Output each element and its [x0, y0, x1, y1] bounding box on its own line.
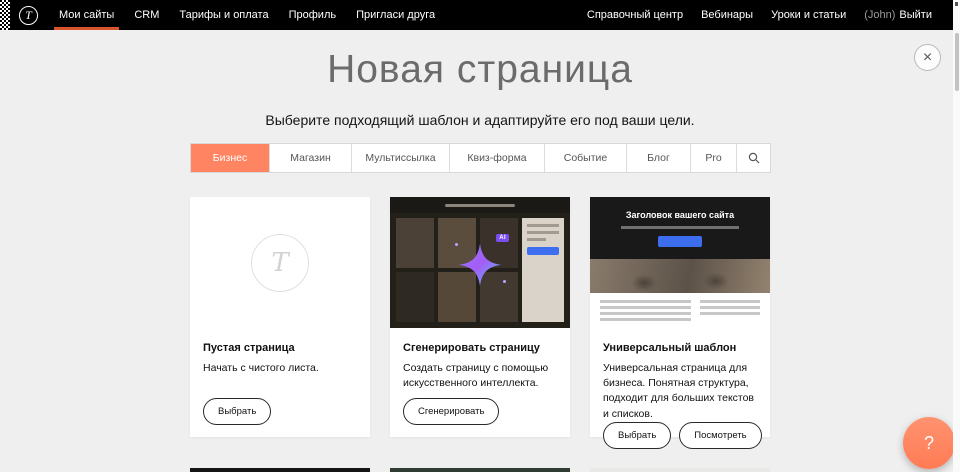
preview-text-section [590, 293, 770, 328]
template-category-tabs: Бизнес Магазин Мультиссылка Квиз-форма С… [190, 143, 771, 173]
card-description: Универсальная страница для бизнеса. Поня… [603, 361, 757, 422]
edge-decor-pattern [0, 0, 10, 30]
placeholder-line [700, 300, 760, 303]
close-button[interactable]: × [914, 44, 941, 71]
tab-shop[interactable]: Магазин [269, 144, 351, 172]
topbar-nav-right: Справочный центр Вебинары Уроки и статьи… [578, 0, 953, 30]
preview-headline: Заголовок вашего сайта [626, 210, 734, 220]
next-row-partial [190, 468, 770, 472]
preview-site-header [390, 197, 570, 213]
nav-help-center[interactable]: Справочный центр [578, 0, 692, 30]
card-actions: Выбрать Посмотреть [603, 422, 757, 449]
tab-quiz-form[interactable]: Квиз-форма [449, 144, 544, 172]
nav-webinars[interactable]: Вебинары [692, 0, 762, 30]
view-button[interactable]: Посмотреть [679, 422, 761, 449]
tilda-watermark-icon: T [271, 248, 288, 278]
ai-badge: AI [496, 234, 509, 242]
placeholder-line [700, 312, 760, 315]
card-actions: Выбрать [203, 398, 357, 425]
nav-my-sites[interactable]: Мои сайты [49, 0, 124, 30]
page-title: Новая страница [0, 48, 960, 92]
nav-invite-friend[interactable]: Пригласи друга [346, 0, 445, 30]
placeholder-button [527, 247, 559, 255]
tilda-logo[interactable]: T [19, 6, 38, 25]
nav-crm[interactable]: CRM [124, 0, 169, 30]
template-preview-blank[interactable]: T [190, 197, 370, 328]
tilda-watermark-circle: T [251, 234, 309, 292]
placeholder-text-column [700, 300, 760, 328]
close-icon: × [923, 50, 932, 66]
select-button[interactable]: Выбрать [603, 422, 671, 449]
photo-thumb [396, 272, 434, 322]
placeholder-line [527, 224, 559, 227]
preview-hero: Заголовок вашего сайта [590, 197, 770, 259]
card-info: Универсальный шаблон Универсальная стран… [590, 328, 770, 461]
select-button[interactable]: Выбрать [203, 398, 271, 425]
tab-blog[interactable]: Блог [626, 144, 690, 172]
placeholder-line [700, 306, 760, 309]
tab-search[interactable] [736, 144, 770, 172]
placeholder-line [600, 306, 691, 309]
topbar: T Мои сайты CRM Тарифы и оплата Профиль … [0, 0, 953, 30]
placeholder-line [600, 300, 691, 303]
logout-label: Выйти [899, 9, 932, 21]
user-name: (John) [864, 9, 895, 21]
nav-logout[interactable]: (John) Выйти [855, 0, 941, 30]
topbar-nav-left: Мои сайты CRM Тарифы и оплата Профиль Пр… [49, 0, 445, 30]
card-ai-generate[interactable]: AI Сгенерировать страницу Создать страни… [390, 197, 570, 437]
card-universal-template[interactable]: Заголовок вашего сайта Ун [590, 197, 770, 437]
card-description: Создать страницу с помощью искусственног… [403, 361, 557, 391]
template-preview-ai[interactable]: AI [390, 197, 570, 328]
nav-profile[interactable]: Профиль [279, 0, 347, 30]
nav-lessons-articles[interactable]: Уроки и статьи [762, 0, 855, 30]
question-icon: ? [924, 433, 934, 454]
template-card-partial[interactable] [390, 468, 570, 472]
template-preview-universal[interactable]: Заголовок вашего сайта [590, 197, 770, 328]
placeholder-text-column [600, 300, 691, 328]
preview-office-photo [590, 259, 770, 293]
tab-multilink[interactable]: Мультиссылка [351, 144, 449, 172]
card-info: Сгенерировать страницу Создать страницу … [390, 328, 570, 437]
generate-button[interactable]: Сгенерировать [403, 398, 499, 425]
page-subtitle: Выберите подходящий шаблон и адаптируйте… [0, 112, 960, 128]
scrollbar-thumb[interactable] [955, 33, 959, 91]
preview-cta-button [658, 236, 702, 247]
photo-thumb [396, 218, 434, 268]
tab-event[interactable]: Событие [544, 144, 626, 172]
preview-side-panel [522, 218, 564, 322]
card-title: Пустая страница [203, 342, 357, 354]
scrollbar-track[interactable] [953, 0, 960, 472]
template-cards-grid: T Пустая страница Начать с чистого листа… [190, 197, 770, 437]
card-blank-page[interactable]: T Пустая страница Начать с чистого листа… [190, 197, 370, 437]
tab-pro[interactable]: Pro [690, 144, 736, 172]
placeholder-line [621, 226, 739, 229]
sparkle-dot [455, 243, 458, 246]
placeholder-line [527, 238, 546, 241]
card-description: Начать с чистого листа. [203, 361, 357, 376]
card-title: Сгенерировать страницу [403, 342, 557, 354]
scroll-up-arrow[interactable] [955, 2, 958, 6]
help-button[interactable]: ? [903, 417, 955, 469]
nav-plans-payment[interactable]: Тарифы и оплата [169, 0, 278, 30]
tab-business[interactable]: Бизнес [191, 144, 269, 172]
card-info: Пустая страница Начать с чистого листа. … [190, 328, 370, 437]
card-actions: Сгенерировать [403, 398, 557, 425]
placeholder-line [600, 312, 691, 315]
template-card-partial[interactable] [590, 468, 770, 472]
placeholder-line [445, 204, 515, 207]
placeholder-line [527, 231, 559, 234]
placeholder-line [600, 318, 691, 321]
template-card-partial[interactable] [190, 468, 370, 472]
card-title: Универсальный шаблон [603, 342, 757, 354]
ai-sparkle-icon [457, 241, 503, 287]
search-icon [748, 152, 760, 164]
